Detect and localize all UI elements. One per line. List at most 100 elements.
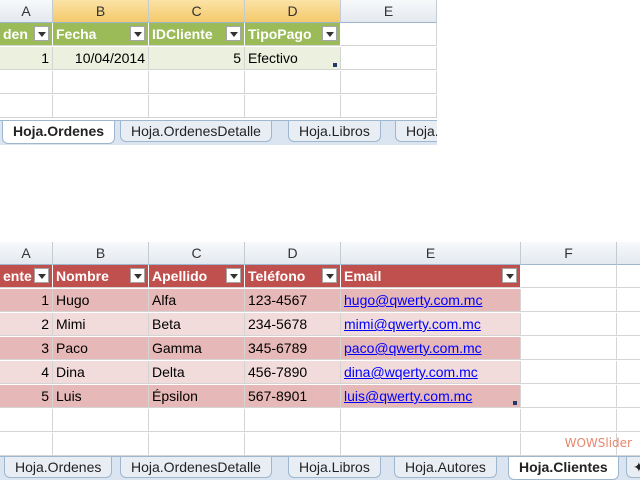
empty-cell[interactable] <box>617 409 640 432</box>
filter-dropdown-icon[interactable] <box>226 268 241 283</box>
empty-cell[interactable] <box>149 433 245 456</box>
cell-nombre[interactable]: Mimi <box>53 313 149 336</box>
tab-hoja-clientes[interactable]: Hoja.Clientes <box>508 457 619 480</box>
empty-cell[interactable] <box>617 289 640 312</box>
cell-nombre[interactable]: Paco <box>53 337 149 360</box>
cell-fecha[interactable]: 10/04/2014 <box>53 47 149 70</box>
filter-dropdown-icon[interactable] <box>34 268 49 283</box>
filter-dropdown-icon[interactable] <box>322 26 337 41</box>
empty-cell[interactable] <box>0 71 53 94</box>
email-link[interactable]: hugo@qwerty.com.mc <box>344 292 482 308</box>
header-telefono[interactable]: Teléfono <box>245 265 341 288</box>
column-letter-d[interactable]: D <box>245 242 341 265</box>
empty-cell[interactable] <box>53 71 149 94</box>
empty-cell[interactable] <box>0 409 53 432</box>
email-link[interactable]: mimi@qwerty.com.mc <box>344 316 481 332</box>
column-letter-a[interactable]: A <box>0 0 53 23</box>
empty-cell[interactable] <box>521 313 617 336</box>
tab-hoja-partial[interactable]: Hoja. <box>395 121 437 142</box>
header-idcliente[interactable]: IDCliente <box>149 23 245 46</box>
header-apellido[interactable]: Apellido <box>149 265 245 288</box>
tab-hoja-ordenes[interactable]: Hoja.Ordenes <box>4 457 113 478</box>
cell-nombre[interactable]: Hugo <box>53 289 149 312</box>
email-link[interactable]: luis@qwerty.com.mc <box>344 388 472 404</box>
cell-idcliente[interactable]: 5 <box>149 47 245 70</box>
cell-telefono[interactable]: 567-8901 <box>245 385 341 408</box>
cell-tipopago[interactable]: Efectivo <box>245 47 341 70</box>
filter-dropdown-icon[interactable] <box>34 26 49 41</box>
tab-hoja-libros[interactable]: Hoja.Libros <box>288 121 381 142</box>
tab-hoja-ordenesdetalle[interactable]: Hoja.OrdenesDetalle <box>120 121 272 142</box>
empty-cell[interactable] <box>521 337 617 360</box>
empty-cell[interactable] <box>149 71 245 94</box>
cell-apellido[interactable]: Beta <box>149 313 245 336</box>
cell-apellido[interactable]: Delta <box>149 361 245 384</box>
cell-telefono[interactable]: 234-5678 <box>245 313 341 336</box>
empty-cell[interactable] <box>341 23 437 46</box>
empty-cell[interactable] <box>245 71 341 94</box>
empty-cell[interactable] <box>521 265 617 288</box>
cell-idcliente[interactable]: 1 <box>0 289 53 312</box>
column-letter-b[interactable]: B <box>53 242 149 265</box>
header-idcliente[interactable]: ente <box>0 265 53 288</box>
empty-cell[interactable] <box>245 95 341 118</box>
cell-email[interactable]: paco@qwerty.com.mc <box>341 337 521 360</box>
empty-cell[interactable] <box>617 265 640 288</box>
empty-cell[interactable] <box>341 433 521 456</box>
cell-apellido[interactable]: Gamma <box>149 337 245 360</box>
cell-nombre[interactable]: Luis <box>53 385 149 408</box>
cell-nombre[interactable]: Dina <box>53 361 149 384</box>
cell-apellido[interactable]: Alfa <box>149 289 245 312</box>
empty-cell[interactable] <box>617 361 640 384</box>
empty-cell[interactable] <box>617 385 640 408</box>
cell-idcliente[interactable]: 5 <box>0 385 53 408</box>
empty-cell[interactable] <box>53 409 149 432</box>
empty-cell[interactable] <box>341 95 437 118</box>
cell-telefono[interactable]: 345-6789 <box>245 337 341 360</box>
empty-cell[interactable] <box>341 47 437 70</box>
table-resize-handle[interactable] <box>333 63 337 67</box>
cell-idcliente[interactable]: 3 <box>0 337 53 360</box>
filter-dropdown-icon[interactable] <box>502 268 517 283</box>
email-link[interactable]: dina@wqerty.com.mc <box>344 364 478 380</box>
column-letter-c[interactable]: C <box>149 242 245 265</box>
empty-cell[interactable] <box>53 95 149 118</box>
empty-cell[interactable] <box>617 337 640 360</box>
tab-hoja-autores[interactable]: Hoja.Autores <box>394 457 497 478</box>
empty-cell[interactable] <box>521 385 617 408</box>
email-link[interactable]: paco@qwerty.com.mc <box>344 340 482 356</box>
column-letter-g[interactable] <box>617 242 640 265</box>
column-letter-e[interactable]: E <box>341 242 521 265</box>
header-nombre[interactable]: Nombre <box>53 265 149 288</box>
empty-cell[interactable] <box>341 71 437 94</box>
cell-orden[interactable]: 1 <box>0 47 53 70</box>
column-letter-c[interactable]: C <box>149 0 245 23</box>
filter-dropdown-icon[interactable] <box>226 26 241 41</box>
empty-cell[interactable] <box>149 95 245 118</box>
empty-cell[interactable] <box>341 409 521 432</box>
empty-cell[interactable] <box>521 289 617 312</box>
cell-apellido[interactable]: Épsilon <box>149 385 245 408</box>
empty-cell[interactable] <box>149 409 245 432</box>
empty-cell[interactable] <box>617 313 640 336</box>
empty-cell[interactable] <box>245 433 341 456</box>
empty-cell[interactable] <box>53 433 149 456</box>
column-letter-f[interactable]: F <box>521 242 617 265</box>
cell-idcliente[interactable]: 2 <box>0 313 53 336</box>
cell-telefono[interactable]: 123-4567 <box>245 289 341 312</box>
tab-hoja-ordenes[interactable]: Hoja.Ordenes <box>2 121 116 144</box>
filter-dropdown-icon[interactable] <box>322 268 337 283</box>
tab-hoja-ordenesdetalle[interactable]: Hoja.OrdenesDetalle <box>120 457 272 478</box>
cell-email[interactable]: mimi@qwerty.com.mc <box>341 313 521 336</box>
cell-email[interactable]: luis@qwerty.com.mc <box>341 385 521 408</box>
empty-cell[interactable] <box>0 433 53 456</box>
cell-email[interactable]: hugo@qwerty.com.mc <box>341 289 521 312</box>
header-tipopago[interactable]: TipoPago <box>245 23 341 46</box>
header-email[interactable]: Email <box>341 265 521 288</box>
empty-cell[interactable] <box>521 361 617 384</box>
column-letter-d[interactable]: D <box>245 0 341 23</box>
table-resize-handle[interactable] <box>513 401 517 405</box>
new-sheet-icon[interactable]: ✦ <box>626 457 640 478</box>
header-orden[interactable]: den <box>0 23 53 46</box>
empty-cell[interactable] <box>245 409 341 432</box>
